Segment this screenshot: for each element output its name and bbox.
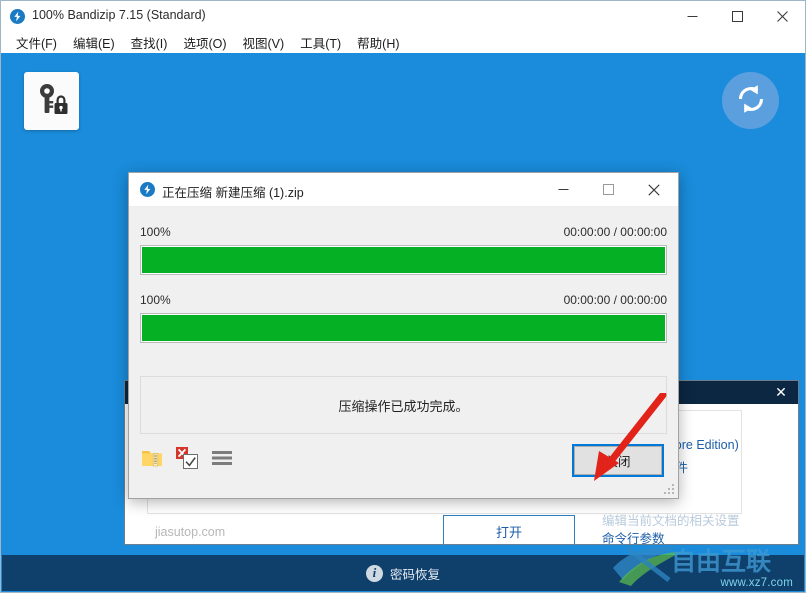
status-message-box: 压缩操作已成功完成。 <box>140 376 667 434</box>
password-recovery-link[interactable]: i 密码恢复 <box>365 564 440 583</box>
menu-edit[interactable]: 编辑(E) <box>65 31 123 54</box>
current-file-progress-fill <box>142 315 665 341</box>
watermark-url: www.xz7.com <box>720 577 793 589</box>
cmd-description: 编辑当前文档的相关设置 <box>602 514 740 528</box>
password-recovery-label: 密码恢复 <box>389 567 440 582</box>
overall-progress-fill <box>142 247 665 273</box>
dialog-title: 正在压缩 新建压缩 (1).zip <box>162 186 304 200</box>
footer-icon-group <box>141 446 233 473</box>
close-button-main[interactable] <box>760 1 805 31</box>
app-title: 100% Bandizip 7.15 (Standard) <box>32 8 206 22</box>
current-file-progress-percent: 100% <box>140 293 171 307</box>
menu-find[interactable]: 查找(I) <box>123 31 176 54</box>
bandizip-logo-icon <box>140 182 155 197</box>
compress-progress-dialog: 正在压缩 新建压缩 (1).zip 100% 00:00:00 / 00:00:… <box>128 172 679 499</box>
overall-progress-row: 100% 00:00:00 / 00:00:00 <box>140 224 667 240</box>
info-icon: i <box>365 564 383 582</box>
key-lock-tile[interactable] <box>24 72 79 130</box>
site-text: jiasutop.com <box>155 525 226 539</box>
key-lock-icon <box>34 82 70 121</box>
dialog-maximize-button[interactable] <box>586 173 631 206</box>
menubar: 文件(F) 编辑(E) 查找(I) 选项(O) 视图(V) 工具(T) 帮助(H… <box>1 31 805 53</box>
current-file-progress-time: 00:00:00 / 00:00:00 <box>563 293 667 307</box>
minimize-button[interactable] <box>670 1 715 31</box>
menu-view[interactable]: 视图(V) <box>235 31 293 54</box>
close-icon[interactable]: ✕ <box>768 381 794 404</box>
refresh-button[interactable] <box>722 72 779 129</box>
current-file-progress-row: 100% 00:00:00 / 00:00:00 <box>140 292 667 308</box>
dialog-titlebar: 正在压缩 新建压缩 (1).zip <box>129 173 678 207</box>
overall-progress-time: 00:00:00 / 00:00:00 <box>563 225 667 239</box>
menu-help[interactable]: 帮助(H) <box>349 31 407 54</box>
titlebar: 100% Bandizip 7.15 (Standard) <box>1 1 805 31</box>
open-folder-icon[interactable] <box>141 448 163 471</box>
refresh-icon <box>734 82 768 119</box>
menu-file[interactable]: 文件(F) <box>8 31 65 54</box>
overall-progress-percent: 100% <box>140 225 171 239</box>
menu-tools[interactable]: 工具(T) <box>292 31 349 54</box>
resize-grip-icon[interactable] <box>663 483 676 496</box>
dialog-close-button[interactable] <box>631 173 676 206</box>
dialog-minimize-button[interactable] <box>541 173 586 206</box>
status-message: 压缩操作已成功完成。 <box>338 398 469 414</box>
close-on-finish-checkbox-icon[interactable] <box>175 446 199 473</box>
menu-hamburger-icon[interactable] <box>211 449 233 470</box>
overall-progress-bar <box>140 245 667 275</box>
dialog-footer: 关闭 <box>129 434 678 498</box>
open-button[interactable]: 打开 <box>443 515 575 544</box>
bandizip-logo-icon <box>10 9 25 24</box>
current-file-progress-bar <box>140 313 667 343</box>
menu-options[interactable]: 选项(O) <box>175 31 234 54</box>
close-button[interactable]: 关闭 <box>572 444 664 477</box>
maximize-button[interactable] <box>715 1 760 31</box>
statusbar: i 密码恢复 <box>2 555 804 591</box>
command-line-params-link[interactable]: 命令行参数 <box>602 528 665 544</box>
